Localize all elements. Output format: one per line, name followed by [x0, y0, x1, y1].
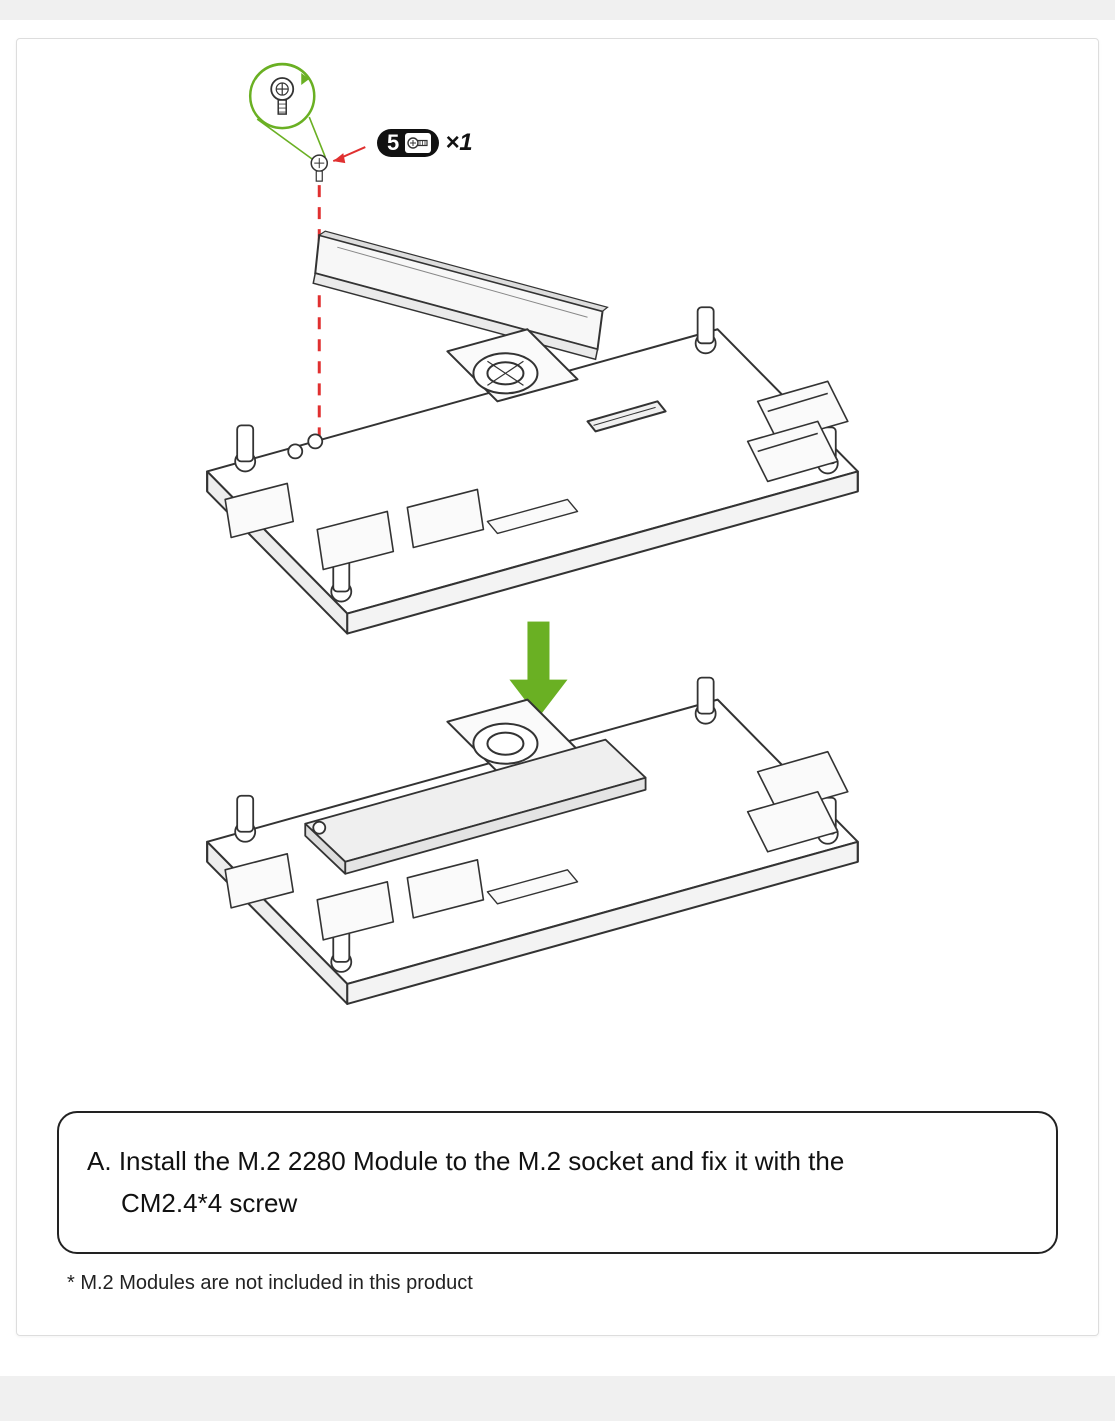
screw-icon: [405, 133, 431, 153]
step-number: 5: [387, 132, 399, 154]
footnote-text: * M.2 Modules are not included in this p…: [57, 1272, 1058, 1295]
m2-2280-module: [313, 231, 607, 359]
content-frame: 5 ×1: [16, 38, 1099, 1336]
callout-arrow: [333, 147, 365, 163]
step-badge: 5: [377, 129, 439, 157]
screw-detail-icon: [250, 64, 325, 159]
assembly-diagram: 5 ×1: [57, 51, 1058, 1081]
document-page: 5 ×1: [0, 20, 1115, 1376]
instruction-box: A. Install the M.2 2280 Module to the M.…: [57, 1111, 1058, 1254]
instruction-label: A.: [87, 1146, 112, 1176]
carrier-board-after: [207, 678, 858, 1004]
screw-small-icon: [311, 155, 327, 181]
carrier-board-before: [207, 307, 858, 633]
screw-callout: 5 ×1: [377, 129, 473, 157]
instruction-line2: CM2.4*4 screw: [87, 1183, 1020, 1225]
diagram-svg: [57, 51, 1058, 1082]
screw-quantity: ×1: [445, 129, 472, 157]
instruction-text: A. Install the M.2 2280 Module to the M.…: [87, 1141, 1020, 1224]
instruction-line1: Install the M.2 2280 Module to the M.2 s…: [119, 1146, 845, 1176]
